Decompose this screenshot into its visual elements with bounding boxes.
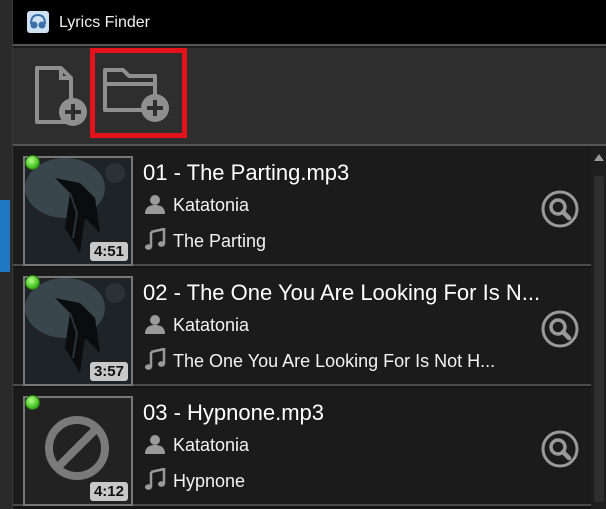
app-icon [27,11,49,33]
status-ok-icon [25,155,40,170]
scroll-thumb[interactable] [594,176,604,502]
lyrics-finder-window: Lyrics Finder 4:51 01 - The Parting.mp3 … [12,0,606,509]
status-ok-icon [25,395,40,410]
search-lyrics-icon[interactable] [541,310,579,348]
track-artist-row: Katatonia [143,194,249,216]
track-artist: Katatonia [173,435,250,455]
track-song: The Parting [173,231,267,251]
track-artist: Katatonia [173,315,250,335]
add-folder-icon [103,68,169,122]
album-art-placeholder: 4:12 [23,396,133,506]
track-song: The One You Are Looking For Is Not H... [173,351,496,371]
track-song: Hypnone [173,471,246,491]
background-accent [0,200,10,272]
music-note-icon [145,348,166,370]
track-title: 03 - Hypnone.mp3 [143,400,324,425]
window-title: Lyrics Finder [59,14,150,31]
track-song-row: Hypnone [143,468,245,492]
album-art: 3:57 [23,276,133,386]
background-app-strip [0,0,12,509]
vertical-scrollbar[interactable] [591,148,606,509]
track-duration: 3:57 [89,362,128,381]
track-title: 01 - The Parting.mp3 [143,160,350,185]
track-item[interactable]: 4:12 03 - Hypnone.mp3 Katatonia Hypnone [13,388,591,506]
search-lyrics-icon[interactable] [541,430,579,468]
search-lyrics-icon[interactable] [541,190,579,228]
title-bar[interactable]: Lyrics Finder [13,0,606,46]
track-title: 02 - The One You Are Looking For Is N... [143,280,541,305]
status-ok-icon [25,275,40,290]
add-file-icon [35,66,87,126]
track-artist-row: Katatonia [143,434,249,456]
track-item[interactable]: 4:51 01 - The Parting.mp3 Katatonia The … [13,148,591,266]
person-icon [145,315,165,334]
track-item[interactable]: 3:57 02 - The One You Are Looking For Is… [13,268,591,386]
scroll-up-icon[interactable] [594,154,604,161]
track-list[interactable]: 4:51 01 - The Parting.mp3 Katatonia The … [13,148,606,509]
toolbar [13,48,606,146]
track-artist: Katatonia [173,195,250,215]
track-song-row: The One You Are Looking For Is Not H... [143,348,495,372]
album-art: 4:51 [23,156,133,266]
track-artist-row: Katatonia [143,314,249,336]
person-icon [145,435,165,454]
track-duration: 4:12 [89,482,128,501]
music-note-icon [145,468,166,490]
music-note-icon [145,228,166,250]
person-icon [145,195,165,214]
add-folder-button[interactable] [90,48,187,138]
track-song-row: The Parting [143,228,266,252]
track-duration: 4:51 [89,242,128,261]
